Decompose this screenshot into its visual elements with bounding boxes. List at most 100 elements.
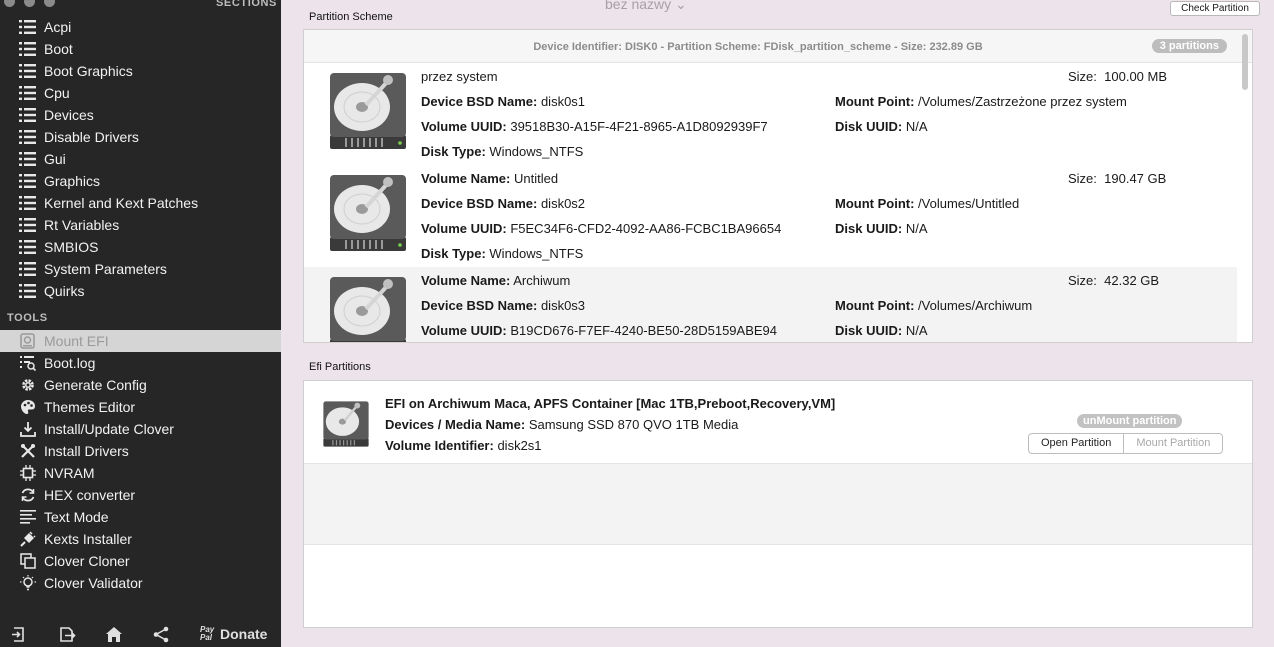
- tool-item-install-drivers[interactable]: Install Drivers: [0, 440, 281, 462]
- sidebar: SECTIONS Acpi Boot Boot Graphics Cpu Devices…: [0, 0, 281, 647]
- config-name-dropdown[interactable]: bez nazwy ⌄: [605, 0, 687, 13]
- tool-item-label: Install Drivers: [44, 443, 129, 459]
- tool-item-label: Text Mode: [44, 509, 109, 525]
- sidebar-item-kernel-and-kext-patches[interactable]: Kernel and Kext Patches: [0, 192, 281, 214]
- main-panel: bez nazwy ⌄ Check Partition Partition Sc…: [281, 0, 1274, 647]
- tool-item-boot-log[interactable]: Boot.log: [0, 352, 281, 374]
- tool-item-label: Install/Update Clover: [44, 421, 174, 437]
- tool-item-clover-cloner[interactable]: Clover Cloner: [0, 550, 281, 572]
- volume-name: Volume Name: Untitled: [421, 171, 558, 186]
- tool-item-text-mode[interactable]: Text Mode: [0, 506, 281, 528]
- bsd-name: Device BSD Name: disk0s1: [421, 94, 585, 109]
- tool-item-hex-converter[interactable]: HEX converter: [0, 484, 281, 506]
- hard-disk-icon: [320, 399, 372, 449]
- partition-row[interactable]: Volume Name: Archiwum Size: 42.32 GB Devic…: [304, 267, 1237, 342]
- list-icon: [19, 283, 36, 300]
- bsd-name-label: Device BSD Name:: [421, 94, 538, 109]
- sidebar-item-devices[interactable]: Devices: [0, 104, 281, 126]
- size: Size: 100.00 MB: [1068, 69, 1167, 84]
- efi-volume-identifier: Volume Identifier: disk2s1: [385, 438, 542, 453]
- tool-item-label: Kexts Installer: [44, 531, 132, 547]
- efi-partitions-label: Efi Partitions: [309, 361, 371, 373]
- tool-item-label: Generate Config: [44, 377, 147, 393]
- sidebar-item-graphics[interactable]: Graphics: [0, 170, 281, 192]
- sidebar-item-gui[interactable]: Gui: [0, 148, 281, 170]
- open-partition-button[interactable]: Open Partition: [1029, 434, 1125, 453]
- partition-row[interactable]: Volume Name: Untitled Size: 190.47 GB Devi…: [304, 165, 1237, 267]
- bsd-name: Device BSD Name: disk0s3: [421, 298, 585, 313]
- list-icon: [19, 173, 36, 190]
- sidebar-item-boot[interactable]: Boot: [0, 38, 281, 60]
- media-name-label: Devices / Media Name:: [385, 417, 526, 432]
- sidebar-item-boot-graphics[interactable]: Boot Graphics: [0, 60, 281, 82]
- tool-item-generate-config[interactable]: Generate Config: [0, 374, 281, 396]
- size-value: 100.00 MB: [1104, 69, 1168, 84]
- sidebar-item-quirks[interactable]: Quirks: [0, 280, 281, 302]
- sidebar-item-disable-drivers[interactable]: Disable Drivers: [0, 126, 281, 148]
- close-window-button[interactable]: [4, 0, 15, 7]
- media-name-value: Samsung SSD 870 QVO 1TB Media: [528, 417, 739, 432]
- list-icon: [19, 107, 36, 124]
- sidebar-item-cpu[interactable]: Cpu: [0, 82, 281, 104]
- refresh-icon: [19, 487, 36, 504]
- share-icon[interactable]: [152, 624, 170, 644]
- disk-uuid: Disk UUID: N/A: [835, 119, 927, 134]
- window-controls: [4, 0, 55, 7]
- sidebar-item-label: Graphics: [44, 173, 101, 189]
- sidebar-item-label: Acpi: [44, 19, 72, 35]
- size-value: 42.32 GB: [1104, 273, 1160, 288]
- tool-item-clover-validator[interactable]: Clover Validator: [0, 572, 281, 594]
- unmount-partition-badge[interactable]: unMount partition: [1077, 414, 1183, 428]
- partition-row[interactable]: przez system Size: 100.00 MB Device BSD Na…: [304, 63, 1237, 165]
- disk-uuid-value: N/A: [905, 323, 928, 338]
- volume-name: Volume Name: Archiwum: [421, 273, 570, 288]
- check-partition-button[interactable]: Check Partition: [1170, 1, 1260, 16]
- volume-name-value: Archiwum: [513, 273, 571, 288]
- tool-item-themes-editor[interactable]: Themes Editor: [0, 396, 281, 418]
- efi-partition-row[interactable]: EFI on Archiwum Maca, APFS Container [Ma…: [304, 381, 1252, 464]
- sidebar-item-smbios[interactable]: SMBIOS: [0, 236, 281, 258]
- donate-button[interactable]: Pay Pal Donate: [200, 624, 267, 644]
- tool-item-label: Clover Cloner: [44, 553, 130, 569]
- scheme-header: Device Identifier: DISK0 - Partition Sch…: [304, 30, 1252, 63]
- bsd-name-label: Device BSD Name:: [421, 196, 538, 211]
- mount-partition-button[interactable]: Mount Partition: [1124, 434, 1222, 453]
- volume-uuid: Volume UUID: 39518B30-A15F-4F21-8965-A1D…: [421, 119, 768, 134]
- scrollbar-thumb[interactable]: [1242, 34, 1248, 90]
- tools-heading: TOOLS: [7, 312, 48, 324]
- partition-scheme-label: Partition Scheme: [309, 11, 393, 23]
- minimize-window-button[interactable]: [24, 0, 35, 7]
- sidebar-item-acpi[interactable]: Acpi: [0, 16, 281, 38]
- disk-type-value: Windows_NTFS: [489, 144, 584, 159]
- efi-divider: [304, 544, 1252, 545]
- donate-label: Donate: [220, 626, 268, 642]
- home-icon[interactable]: [105, 624, 123, 644]
- zoom-window-button[interactable]: [44, 0, 55, 7]
- list-icon: [19, 41, 36, 58]
- tool-item-install-update-clover[interactable]: Install/Update Clover: [0, 418, 281, 440]
- tool-item-nvram[interactable]: NVRAM: [0, 462, 281, 484]
- tool-item-label: NVRAM: [44, 465, 95, 481]
- export-icon[interactable]: [59, 624, 76, 644]
- list-icon: [19, 217, 36, 234]
- import-icon[interactable]: [11, 624, 28, 644]
- sidebar-item-rt-variables[interactable]: Rt Variables: [0, 214, 281, 236]
- sidebar-item-label: Devices: [44, 107, 94, 123]
- clone-icon: [19, 553, 36, 570]
- mount-point-label: Mount Point:: [835, 298, 915, 313]
- volume-name-value: przez system: [421, 69, 498, 84]
- tool-item-kexts-installer[interactable]: Kexts Installer: [0, 528, 281, 550]
- list-icon: [19, 63, 36, 80]
- disk-type-label: Disk Type:: [421, 246, 486, 261]
- size-label: Size:: [1068, 171, 1097, 186]
- list-icon: [19, 19, 36, 36]
- list-icon: [19, 195, 36, 212]
- tool-item-label: Boot.log: [44, 355, 96, 371]
- sidebar-item-system-parameters[interactable]: System Parameters: [0, 258, 281, 280]
- bsd-name-label: Device BSD Name:: [421, 298, 538, 313]
- tool-item-mount-efi[interactable]: Mount EFI: [0, 330, 281, 352]
- mount-point: Mount Point: /Volumes/Archiwum: [835, 298, 1032, 313]
- sidebar-item-label: Boot: [44, 41, 73, 57]
- volume-name-label: Volume Name:: [421, 273, 511, 288]
- hard-disk-icon: [326, 171, 410, 255]
